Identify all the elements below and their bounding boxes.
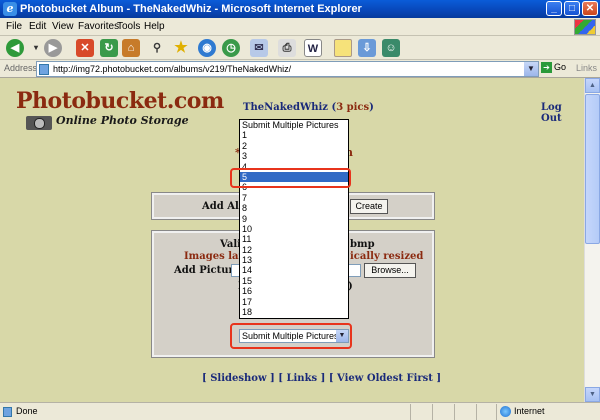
history-icon[interactable]: ◷ — [222, 39, 240, 57]
research-icon[interactable]: ⇩ — [358, 39, 376, 57]
scroll-thumb[interactable] — [585, 94, 600, 244]
close-button[interactable]: ✕ — [582, 1, 598, 16]
browse-button[interactable]: Browse... — [364, 263, 416, 278]
logo-main-text: Photobucket.com — [16, 88, 224, 114]
dropdown-option[interactable]: 16 — [240, 286, 348, 296]
select-value: Submit Multiple Pictures — [242, 331, 339, 341]
back-icon[interactable]: ◀ — [6, 39, 24, 57]
owner-name[interactable]: TheNakedWhiz — [243, 102, 328, 113]
menu-file[interactable]: File — [6, 21, 22, 32]
forward-icon[interactable]: ▶ — [44, 39, 62, 57]
home-icon[interactable]: ⌂ — [122, 39, 140, 57]
messenger-icon[interactable]: ☺ — [382, 39, 400, 57]
scroll-down-icon[interactable]: ▼ — [585, 387, 600, 402]
go-label: Go — [554, 62, 567, 72]
dropdown-option[interactable]: 15 — [240, 276, 348, 286]
status-divider — [454, 404, 455, 420]
address-dropdown-icon[interactable]: ▼ — [524, 62, 538, 76]
address-url: http://img72.photobucket.com/albums/v219… — [53, 64, 292, 74]
address-bar: Address http://img72.photobucket.com/alb… — [0, 60, 600, 78]
print-icon[interactable]: ⎙ — [278, 39, 296, 57]
create-button[interactable]: Create — [350, 199, 388, 214]
dropdown-option[interactable]: 14 — [240, 265, 348, 275]
dropdown-option[interactable]: 12 — [240, 245, 348, 255]
status-bar: Done Internet — [0, 402, 600, 420]
camera-icon — [26, 116, 52, 130]
go-button[interactable]: ➔ Go — [541, 62, 571, 76]
photobucket-logo[interactable]: Photobucket.com Online Photo Storage — [16, 88, 224, 130]
status-divider — [476, 404, 477, 420]
logout-link[interactable]: Log Out — [541, 102, 584, 124]
discuss-icon[interactable] — [334, 39, 352, 57]
ie-icon: e — [3, 2, 17, 16]
status-text: Done — [16, 406, 38, 416]
media-icon[interactable]: ◉ — [198, 39, 216, 57]
zone-text: Internet — [514, 406, 545, 416]
dropdown-option[interactable]: 17 — [240, 297, 348, 307]
dropdown-option[interactable]: 9 — [240, 214, 348, 224]
dropdown-option[interactable]: 6 — [240, 182, 348, 192]
dropdown-option[interactable]: Submit Multiple Pictures — [240, 120, 348, 130]
dropdown-option[interactable]: 4 — [240, 162, 348, 172]
pics-close: ) — [369, 102, 374, 113]
valid-formats-text: Vali — [220, 239, 241, 250]
dropdown-option[interactable]: 19 — [240, 317, 348, 318]
status-page-icon — [3, 407, 12, 417]
dropdown-option[interactable]: 18 — [240, 307, 348, 317]
edit-icon[interactable]: W — [304, 39, 322, 57]
dropdown-option[interactable]: 3 — [240, 151, 348, 161]
toolbar: ◀ ▾ ▶ ✕ ↻ ⌂ ⚲ ★ ◉ ◷ ✉ ⎙ W ⇩ ☺ — [0, 36, 600, 60]
page-icon — [39, 64, 49, 75]
dropdown-option[interactable]: 7 — [240, 193, 348, 203]
title-bar: e Photobucket Album - TheNakedWhiz - Mic… — [0, 0, 600, 18]
status-divider — [410, 404, 411, 420]
back-dropdown-icon[interactable]: ▾ — [30, 39, 42, 57]
dropdown-option[interactable]: 11 — [240, 234, 348, 244]
internet-zone-icon — [500, 406, 511, 417]
dropdown-option[interactable]: 8 — [240, 203, 348, 213]
dropdown-option[interactable]: 2 — [240, 141, 348, 151]
windows-logo-icon — [574, 19, 596, 35]
address-label: Address — [4, 63, 38, 73]
status-divider — [496, 404, 497, 420]
dropdown-option[interactable]: 13 — [240, 255, 348, 265]
menu-view[interactable]: View — [52, 21, 74, 32]
dropdown-option[interactable]: 10 — [240, 224, 348, 234]
menu-help[interactable]: Help — [144, 21, 165, 32]
bottom-links[interactable]: [ Slideshow ] [ Links ] [ View Oldest Fi… — [202, 373, 441, 384]
dropdown-option[interactable]: 1 — [240, 130, 348, 140]
menu-bar: File Edit View Favorites Tools Help — [0, 18, 600, 36]
minimize-button[interactable]: _ — [546, 1, 562, 16]
refresh-icon[interactable]: ↻ — [100, 39, 118, 57]
window-title: Photobucket Album - TheNakedWhiz - Micro… — [20, 3, 362, 15]
go-arrow-icon: ➔ — [541, 62, 552, 73]
resize-notice-end: ically resized — [350, 251, 424, 262]
dropdown-option[interactable]: 5 — [240, 171, 348, 183]
menu-edit[interactable]: Edit — [29, 21, 46, 32]
address-input[interactable]: http://img72.photobucket.com/albums/v219… — [36, 61, 539, 77]
maximize-button[interactable]: □ — [564, 1, 580, 16]
stop-icon[interactable]: ✕ — [76, 39, 94, 57]
scroll-up-icon[interactable]: ▲ — [585, 78, 600, 93]
menu-favorites[interactable]: Favorites — [78, 21, 119, 32]
picture-count-dropdown-list[interactable]: Submit Multiple Pictures 1 2 3 4 5 6 7 8 9 10 11 12 1… — [239, 119, 349, 319]
vertical-scrollbar[interactable]: ▲ ▼ — [584, 78, 600, 402]
search-icon[interactable]: ⚲ — [148, 39, 166, 57]
valid-formats-text-end: bmp — [350, 239, 375, 250]
logo-sub-text: Online Photo Storage — [56, 114, 189, 127]
links-button[interactable]: Links — [576, 63, 597, 73]
select-arrow-icon[interactable]: ▼ — [336, 330, 348, 342]
status-divider — [432, 404, 433, 420]
pics-count: 3 pics — [336, 102, 370, 113]
menu-tools[interactable]: Tools — [117, 21, 140, 32]
favorites-icon[interactable]: ★ — [172, 39, 190, 57]
album-owner: TheNakedWhiz (3 pics) — [243, 102, 374, 113]
picture-count-select[interactable]: Submit Multiple Pictures ▼ — [239, 329, 349, 343]
mail-icon[interactable]: ✉ — [250, 39, 268, 57]
